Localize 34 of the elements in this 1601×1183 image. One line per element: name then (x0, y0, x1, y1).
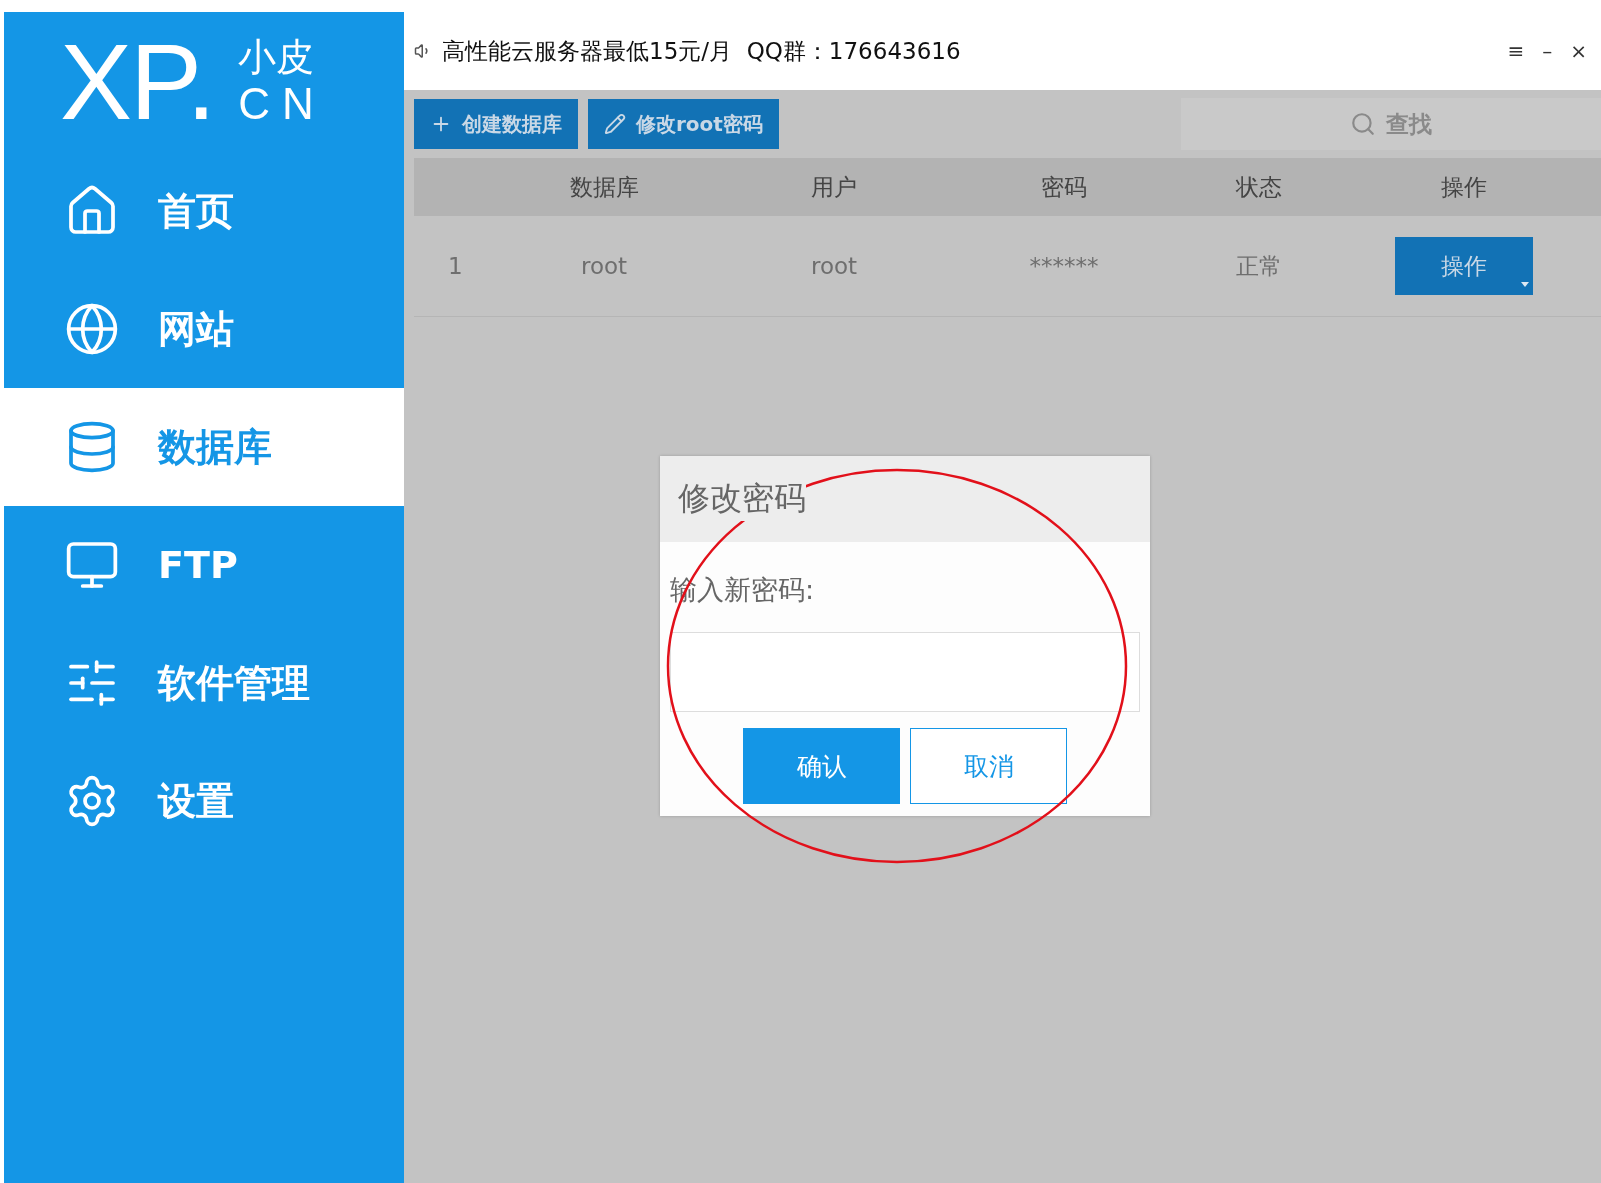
window-control[interactable]: × (1566, 39, 1591, 63)
window-control[interactable]: ≡ (1503, 39, 1529, 63)
table-cell-text: root (809, 253, 859, 279)
table-cell-text: 1 (447, 253, 464, 279)
table-cell-text: ****** (1028, 253, 1100, 279)
logo-mark: XP. (60, 28, 215, 136)
window-title: 高性能云服务器最低15元/月 QQ群：176643616 (442, 36, 962, 66)
table-cell-text: 正常 (1235, 251, 1283, 281)
toolbar-button[interactable]: 修改root密码 (588, 99, 779, 149)
search-field[interactable]: 查找 (1181, 98, 1601, 150)
sidebar-item[interactable]: 网站 (4, 270, 404, 388)
window-control[interactable]: – (1538, 39, 1557, 63)
column-header: 状态 (1235, 172, 1283, 202)
table-cell-text: root (579, 253, 629, 279)
column-header: 数据库 (568, 172, 640, 202)
sidebar-item[interactable]: 软件管理 (4, 624, 404, 742)
column-header: 操作 (1440, 172, 1488, 202)
toolbar-button[interactable]: 创建数据库 (414, 99, 578, 149)
logo-text: CN (238, 82, 326, 126)
cancel-button[interactable]: 取消 (910, 728, 1067, 804)
globe-icon (64, 301, 120, 357)
action-button[interactable]: 操作 (1395, 237, 1533, 295)
column-header: 密码 (1040, 172, 1088, 202)
pencil-icon (604, 113, 626, 135)
sidebar-item[interactable]: 设置 (4, 742, 404, 860)
caret-icon (1521, 282, 1529, 287)
search-icon (1350, 111, 1376, 137)
sidebar-item[interactable]: FTP (4, 506, 404, 624)
sidebar-item[interactable]: 首页 (4, 152, 404, 270)
column-header: 用户 (810, 172, 858, 202)
confirm-button[interactable]: 确认 (743, 728, 900, 804)
logo-text: 小皮 (238, 38, 316, 76)
password-field[interactable] (670, 632, 1140, 712)
sidebar-item[interactable]: 数据库 (4, 388, 404, 506)
